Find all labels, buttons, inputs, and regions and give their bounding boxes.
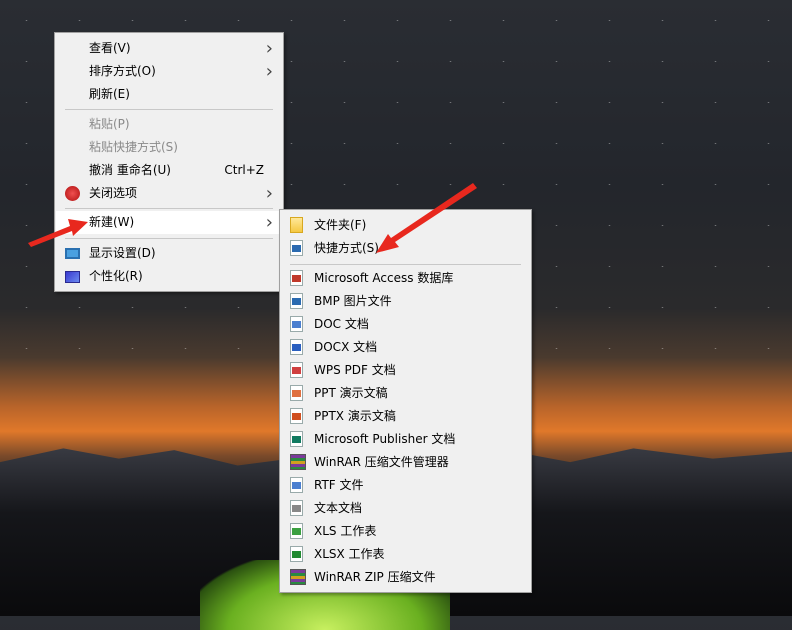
arrow-to-shortcut [376, 183, 477, 253]
annotation-arrows [28, 183, 477, 253]
arrow-to-new [28, 219, 88, 247]
